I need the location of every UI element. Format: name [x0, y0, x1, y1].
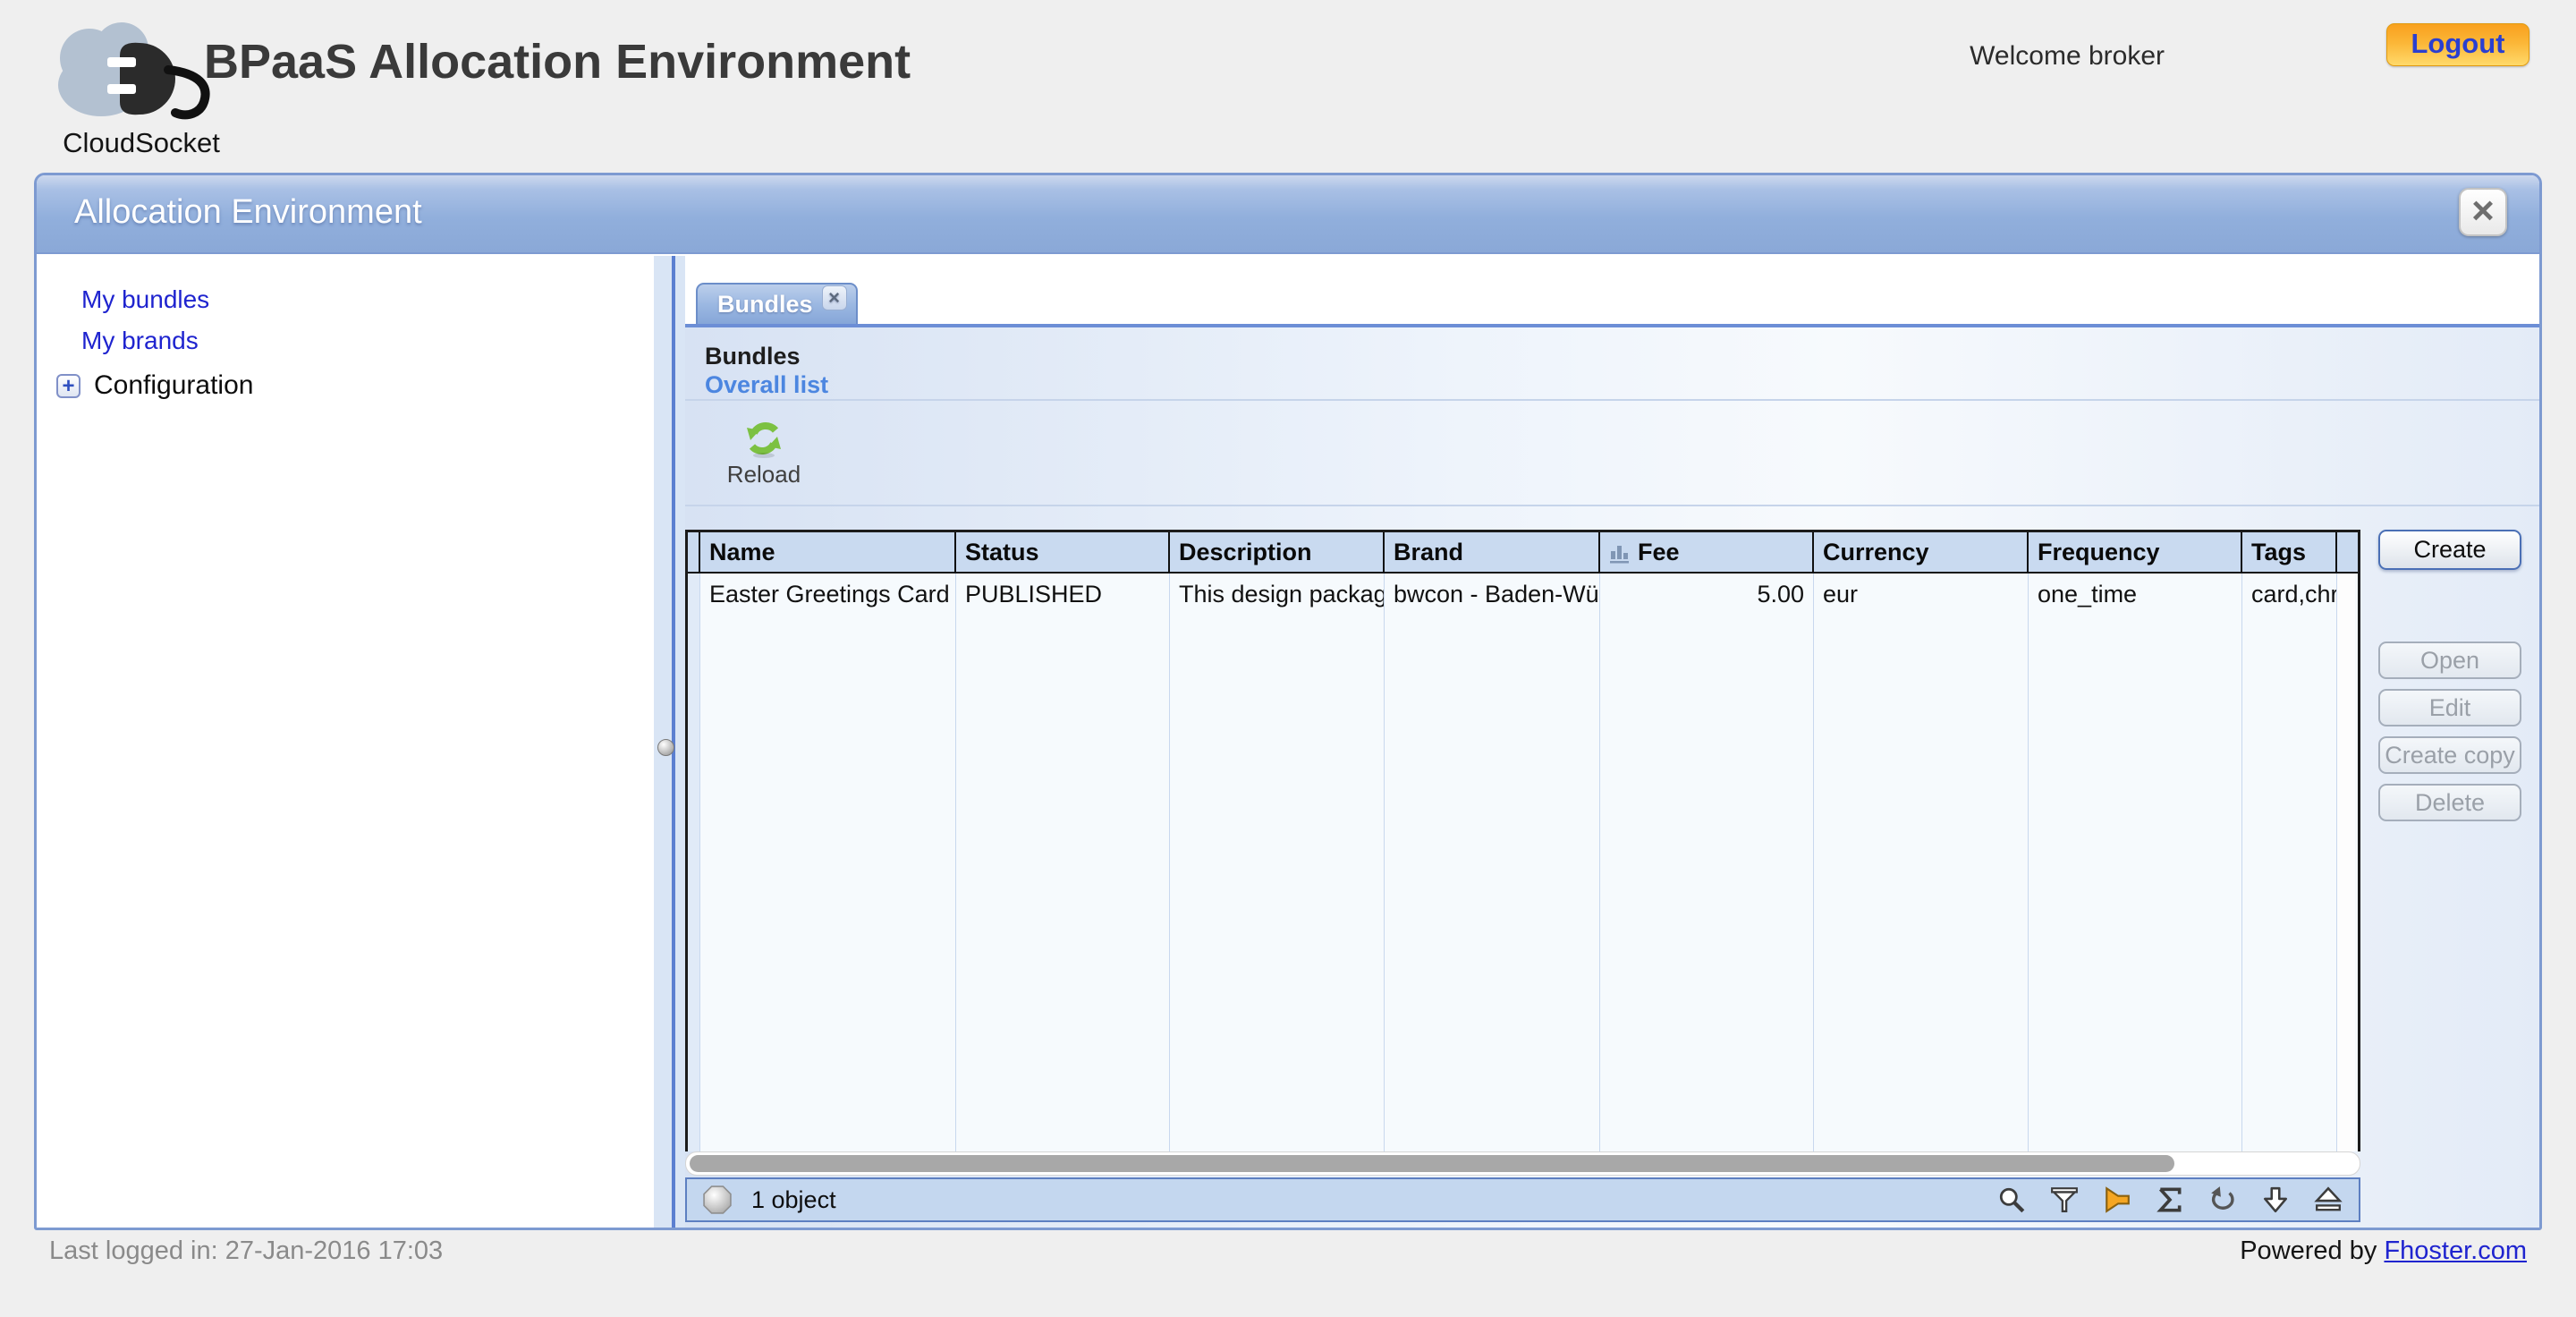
- powered-by: Powered by Fhoster.com: [2240, 1236, 2527, 1266]
- breadcrumb: Bundles Overall list: [685, 327, 2539, 401]
- col-header-fee[interactable]: Fee: [1600, 532, 1814, 572]
- col-header-name[interactable]: Name: [700, 532, 956, 572]
- reload-label: Reload: [710, 461, 818, 489]
- cell-brand[interactable]: bwcon - Baden-Württ: [1385, 574, 1600, 1151]
- col-header-brand[interactable]: Brand: [1385, 532, 1600, 572]
- horizontal-scrollbar-thumb[interactable]: [690, 1155, 2174, 1172]
- sum-icon[interactable]: [2156, 1185, 2184, 1214]
- table-row[interactable]: Easter Greetings Card PUBLISHED This des…: [688, 574, 2358, 1151]
- app-title: BPaaS Allocation Environment: [204, 34, 911, 89]
- sidebar: My bundles My brands + Configuration: [37, 256, 654, 1228]
- work-row: Name Status Description Brand: [685, 506, 2539, 1228]
- grid-area: Name Status Description Brand: [685, 530, 2360, 1228]
- reload-icon: [743, 418, 784, 459]
- tab-label: Bundles: [717, 291, 813, 319]
- splitter-grip-icon[interactable]: [657, 739, 674, 756]
- breadcrumb-overall-list-link[interactable]: Overall list: [705, 370, 2520, 399]
- top-header: CloudSocket BPaaS Allocation Environment…: [0, 0, 2576, 173]
- col-header-tags[interactable]: Tags: [2242, 532, 2337, 572]
- status-left: 1 object: [703, 1185, 1997, 1214]
- logo-caption: CloudSocket: [34, 127, 249, 159]
- col-header-fee-label: Fee: [1638, 539, 1680, 566]
- tab-close-icon[interactable]: ×: [822, 285, 847, 310]
- main-content: Bundles × Bundles Overall list: [685, 256, 2539, 1228]
- tabstrip: Bundles ×: [685, 256, 2539, 327]
- panel-title: Allocation Environment: [74, 193, 422, 232]
- quick-filter-icon[interactable]: [2103, 1185, 2131, 1214]
- panel-titlebar: Allocation Environment ×: [37, 175, 2539, 254]
- open-button[interactable]: Open: [2378, 642, 2521, 679]
- bundles-table: Name Status Description Brand: [685, 530, 2360, 1151]
- delete-button[interactable]: Delete: [2378, 784, 2521, 821]
- col-header-currency[interactable]: Currency: [1814, 532, 2029, 572]
- download-icon[interactable]: [2261, 1185, 2290, 1214]
- cell-tags[interactable]: card,christ: [2242, 574, 2337, 1151]
- edit-button[interactable]: Edit: [2378, 689, 2521, 726]
- undo-icon[interactable]: [2208, 1185, 2237, 1214]
- row-gutter-header: [688, 532, 700, 572]
- status-icons: [1997, 1185, 2343, 1214]
- horizontal-scrollbar[interactable]: [685, 1151, 2360, 1176]
- cell-frequency[interactable]: one_time: [2029, 574, 2242, 1151]
- breadcrumb-title: Bundles: [705, 342, 2520, 370]
- last-login-text: Last logged in: 27-Jan-2016 17:03: [49, 1236, 443, 1266]
- expand-plus-icon[interactable]: +: [56, 374, 80, 398]
- logout-button[interactable]: Logout: [2386, 23, 2529, 66]
- cell-description[interactable]: This design package: [1170, 574, 1385, 1151]
- col-header-status[interactable]: Status: [956, 532, 1170, 572]
- powered-by-text: Powered by: [2240, 1236, 2377, 1265]
- fhoster-link[interactable]: Fhoster.com: [2384, 1236, 2527, 1265]
- col-header-frequency[interactable]: Frequency: [2029, 532, 2242, 572]
- cell-name[interactable]: Easter Greetings Card: [700, 574, 956, 1151]
- col-header-description[interactable]: Description: [1170, 532, 1385, 572]
- sidebar-item-my-brands[interactable]: My brands: [37, 320, 654, 361]
- cell-currency[interactable]: eur: [1814, 574, 2029, 1151]
- toolbar: Reload: [685, 401, 2539, 506]
- vertical-scroll-track[interactable]: [2337, 574, 2355, 1151]
- sidebar-item-my-bundles[interactable]: My bundles: [37, 279, 654, 320]
- cell-status[interactable]: PUBLISHED: [956, 574, 1170, 1151]
- object-count: 1 object: [751, 1186, 836, 1214]
- table-header-row: Name Status Description Brand: [688, 532, 2358, 574]
- sidebar-item-label: Configuration: [94, 370, 253, 401]
- scroll-gutter-header: [2337, 532, 2355, 572]
- sidebar-item-configuration[interactable]: + Configuration: [37, 370, 654, 401]
- eject-icon[interactable]: [2314, 1185, 2343, 1214]
- cell-fee[interactable]: 5.00: [1600, 574, 1814, 1151]
- footer: Last logged in: 27-Jan-2016 17:03 Powere…: [0, 1236, 2576, 1266]
- status-bar: 1 object: [685, 1177, 2360, 1222]
- row-gutter: [688, 574, 700, 1151]
- bar-chart-icon: [1609, 541, 1631, 564]
- filter-icon[interactable]: [2050, 1185, 2079, 1214]
- tab-bundles[interactable]: Bundles ×: [696, 283, 858, 324]
- panel-close-icon[interactable]: ×: [2459, 188, 2507, 236]
- allocation-environment-panel: Allocation Environment × My bundles My b…: [34, 173, 2542, 1230]
- welcome-text: Welcome broker: [1970, 41, 2165, 72]
- create-copy-button[interactable]: Create copy: [2378, 736, 2521, 774]
- status-light-icon: [703, 1185, 732, 1214]
- panel-body: My bundles My brands + Configuration Bun…: [37, 256, 2539, 1228]
- action-buttons: Create Open Edit Create copy Delete: [2360, 530, 2539, 1228]
- reload-button[interactable]: Reload: [710, 418, 818, 489]
- page: CloudSocket BPaaS Allocation Environment…: [0, 0, 2576, 1317]
- create-button[interactable]: Create: [2378, 530, 2521, 570]
- splitter[interactable]: [654, 256, 685, 1228]
- search-icon[interactable]: [1997, 1185, 2026, 1214]
